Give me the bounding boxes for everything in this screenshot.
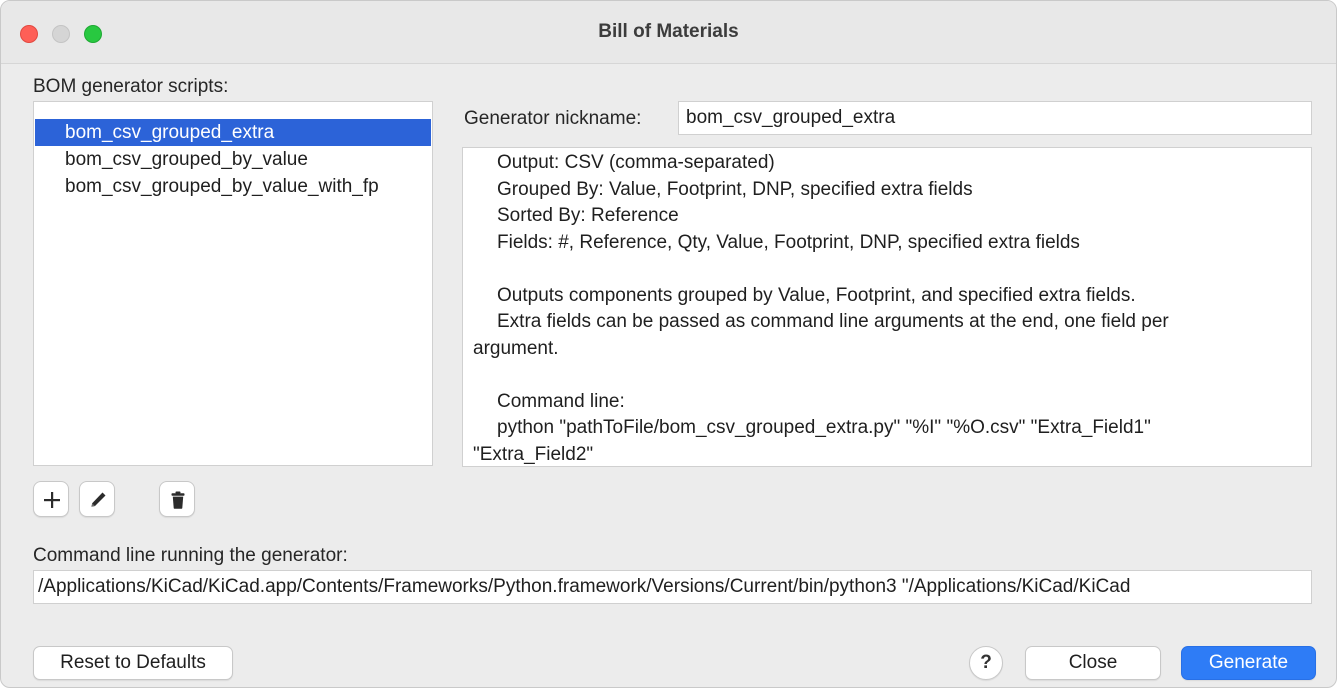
delete-script-button[interactable] xyxy=(159,481,195,517)
list-item-bom-csv-grouped-by-value[interactable]: bom_csv_grouped_by_value xyxy=(35,146,431,173)
add-script-button[interactable] xyxy=(33,481,69,517)
scripts-list[interactable]: bom_csv_grouped_extra bom_csv_grouped_by… xyxy=(33,101,433,466)
generator-nickname-field[interactable]: bom_csv_grouped_extra xyxy=(678,101,1312,135)
generator-nickname-label: Generator nickname: xyxy=(464,108,642,129)
list-item-bom-csv-grouped-by-value-with-fp[interactable]: bom_csv_grouped_by_value_with_fp xyxy=(35,173,431,200)
command-line-field[interactable]: /Applications/KiCad/KiCad.app/Contents/F… xyxy=(33,570,1312,604)
description-line xyxy=(473,256,1311,283)
command-line-label: Command line running the generator: xyxy=(33,545,348,566)
description-line: Grouped By: Value, Footprint, DNP, speci… xyxy=(497,178,973,200)
trash-icon xyxy=(171,491,185,509)
description-line: Output: CSV (comma-separated) xyxy=(497,152,775,173)
close-button[interactable]: Close xyxy=(1025,646,1161,680)
scripts-label: BOM generator scripts: xyxy=(33,76,229,97)
pencil-icon xyxy=(91,492,106,507)
description-line: python "pathToFile/bom_csv_grouped_extra… xyxy=(497,417,1151,438)
generator-description[interactable]: Output: CSV (comma-separated) Grouped By:… xyxy=(462,147,1312,467)
help-button[interactable]: ? xyxy=(969,646,1003,680)
window-title: Bill of Materials xyxy=(598,21,739,42)
title-bar: Bill of Materials xyxy=(1,1,1336,64)
description-line: "Extra_Field2" xyxy=(473,443,594,465)
description-line: Sorted By: Reference xyxy=(497,205,679,226)
description-line: Extra fields can be passed as command li… xyxy=(497,311,1169,332)
description-line xyxy=(473,362,1311,389)
list-item-bom-csv-grouped-extra[interactable]: bom_csv_grouped_extra xyxy=(35,119,431,146)
reset-to-defaults-button[interactable]: Reset to Defaults xyxy=(33,646,233,680)
description-line: argument. xyxy=(473,337,559,359)
description-line: Outputs components grouped by Value, Foo… xyxy=(497,284,1136,306)
edit-script-button[interactable] xyxy=(79,481,115,517)
generate-button[interactable]: Generate xyxy=(1181,646,1316,680)
description-line: Command line: xyxy=(497,390,625,412)
plus-icon xyxy=(44,492,60,508)
bom-dialog-window: Bill of Materials BOM generator scripts:… xyxy=(0,0,1337,688)
description-line: Fields: #, Reference, Qty, Value, Footpr… xyxy=(497,231,1080,253)
